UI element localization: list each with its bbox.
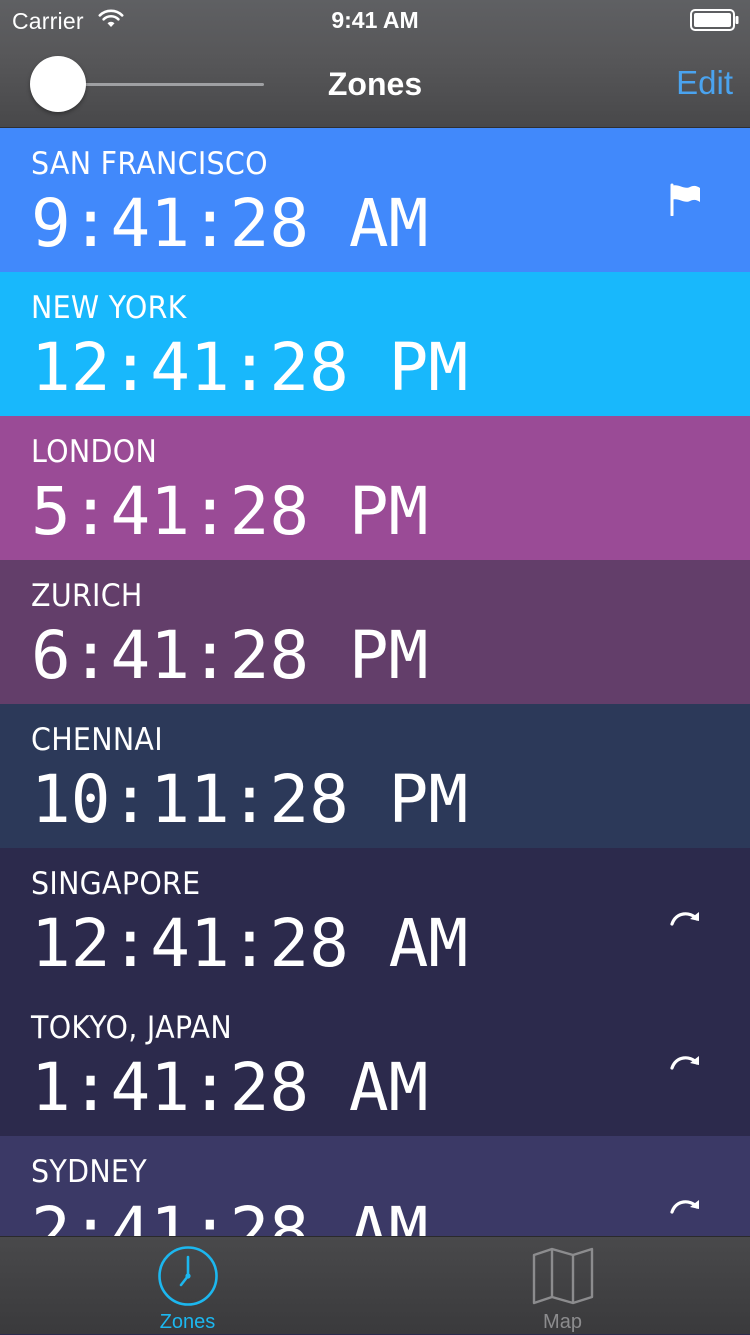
zone-city: SYDNEY bbox=[31, 1154, 147, 1190]
next-day-arrow-icon bbox=[670, 912, 699, 926]
status-bar: Carrier 9:41 AM bbox=[0, 0, 750, 40]
zone-row-singapore[interactable]: SINGAPORE 12:41:28 AM bbox=[0, 848, 750, 992]
zone-time: 1:41:28 AM bbox=[31, 1049, 429, 1126]
tab-map[interactable]: Map bbox=[375, 1237, 750, 1335]
tab-label: Zones bbox=[159, 1311, 216, 1333]
zone-time: 9:41:28 AM bbox=[31, 185, 429, 262]
zone-row-sydney[interactable]: SYDNEY 2:41:28 AM bbox=[0, 1136, 750, 1236]
zone-time: 2:41:28 AM bbox=[31, 1193, 429, 1236]
page-title: Zones bbox=[327, 66, 423, 102]
zone-row-zurich[interactable]: ZURICH 6:41:28 PM bbox=[0, 560, 750, 704]
next-day-arrow-icon bbox=[670, 1056, 699, 1070]
zone-city: TOKYO, JAPAN bbox=[31, 1010, 232, 1046]
zone-row-tokyo[interactable]: TOKYO, JAPAN 1:41:28 AM bbox=[0, 992, 750, 1136]
zone-city: SAN FRANCISCO bbox=[31, 146, 268, 182]
nav-bar: Zones Edit bbox=[0, 40, 750, 128]
tab-zones[interactable]: Zones bbox=[0, 1237, 375, 1335]
clock-icon bbox=[158, 1246, 218, 1306]
zone-city: ZURICH bbox=[31, 578, 143, 614]
zone-row-london[interactable]: LONDON 5:41:28 PM bbox=[0, 416, 750, 560]
status-time: 9:41 AM bbox=[331, 7, 419, 33]
flag-icon[interactable] bbox=[668, 182, 704, 216]
zone-city: SINGAPORE bbox=[31, 866, 201, 902]
zone-row-san-francisco[interactable]: SAN FRANCISCO 9:41:28 AM bbox=[0, 128, 750, 272]
zone-time: 10:11:28 PM bbox=[31, 761, 469, 838]
zone-city: NEW YORK bbox=[31, 290, 187, 326]
top-chrome: Carrier 9:41 AM Zones Edit bbox=[0, 0, 750, 128]
zone-row-chennai[interactable]: CHENNAI 10:11:28 PM bbox=[0, 704, 750, 848]
zone-row-new-york[interactable]: NEW YORK 12:41:28 PM bbox=[0, 272, 750, 416]
zone-list: SAN FRANCISCO 9:41:28 AM NEW YORK 12:41:… bbox=[0, 128, 750, 1236]
next-day-arrow-icon bbox=[670, 1200, 699, 1214]
zone-time: 6:41:28 PM bbox=[31, 617, 429, 694]
zone-city: CHENNAI bbox=[31, 722, 163, 758]
zone-city: LONDON bbox=[31, 434, 158, 470]
zone-time: 12:41:28 AM bbox=[31, 905, 469, 982]
zone-time: 12:41:28 PM bbox=[31, 329, 469, 406]
zone-time: 5:41:28 PM bbox=[31, 473, 429, 550]
battery-icon bbox=[690, 9, 739, 31]
edit-button[interactable]: Edit bbox=[676, 64, 733, 102]
tab-bar: Zones Map bbox=[0, 1236, 750, 1334]
tab-label: Map bbox=[543, 1311, 582, 1333]
map-icon bbox=[532, 1247, 594, 1305]
